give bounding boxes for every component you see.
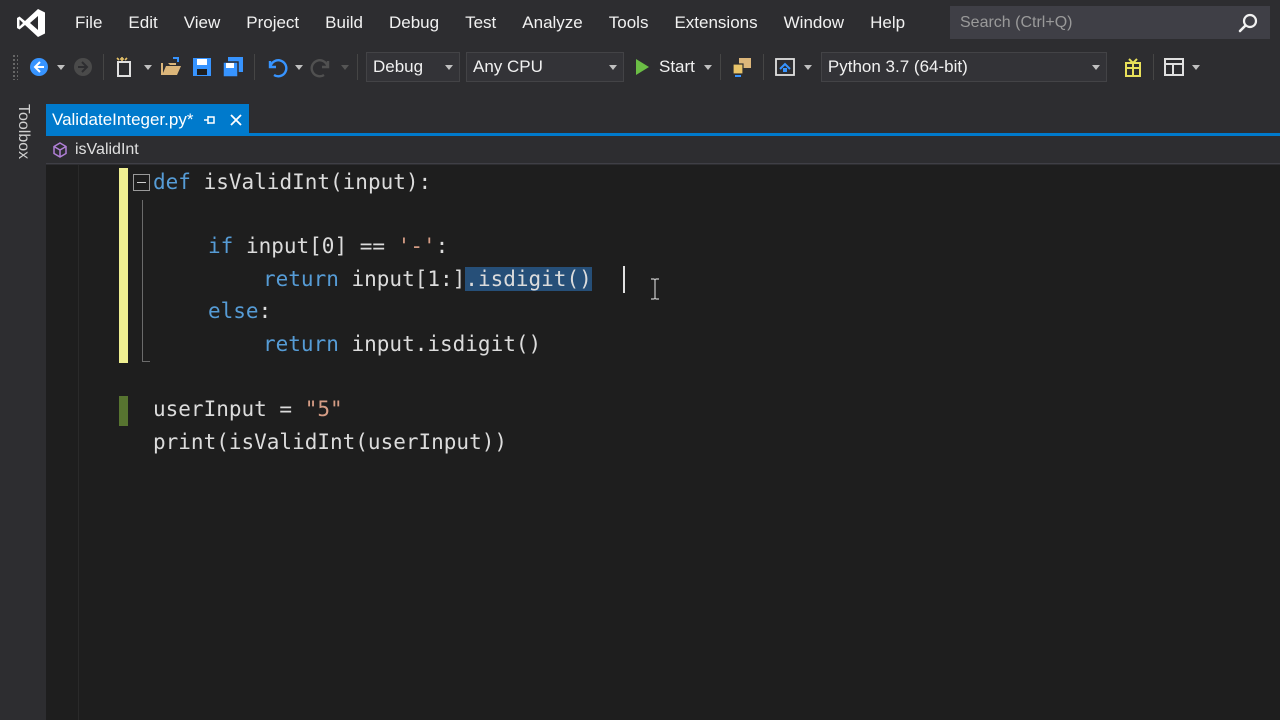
menu-analyze[interactable]: Analyze: [509, 0, 595, 45]
python-environments-button[interactable]: [769, 51, 801, 83]
search-icon[interactable]: [1237, 12, 1259, 39]
selected-text: .isdigit(): [465, 267, 592, 291]
chevron-down-icon: [703, 64, 712, 70]
menu-help[interactable]: Help: [857, 0, 918, 45]
python-package-button[interactable]: [1118, 51, 1148, 83]
toolbox-panel-strip: [0, 89, 46, 720]
save-icon: [193, 58, 211, 76]
toolbar-separator: [719, 54, 721, 80]
play-icon: [636, 59, 649, 75]
standard-toolbar: Debug Any CPU Start Python 3.7 (64-bit): [0, 45, 1280, 89]
navigation-bar[interactable]: isValidInt: [46, 136, 1280, 164]
package-icon: [1124, 58, 1141, 77]
chevron-down-icon: [341, 64, 349, 70]
code-line-6: return input.isdigit(): [263, 332, 542, 356]
back-history-dropdown[interactable]: [54, 51, 68, 83]
pin-tab-icon[interactable]: [203, 113, 217, 127]
close-icon[interactable]: [229, 113, 243, 127]
menu-project[interactable]: Project: [233, 0, 312, 45]
document-tab-strip: ValidateInteger.py*: [46, 104, 1280, 135]
code-editor[interactable]: def isValidInt(input): if input[0] == '-…: [46, 165, 1280, 720]
tab-validateinteger[interactable]: ValidateInteger.py*: [46, 104, 250, 135]
redo-icon: [310, 59, 330, 78]
python-environment-value: Python 3.7 (64-bit): [827, 57, 968, 76]
chevron-down-icon: [803, 64, 812, 70]
toolbar-separator: [357, 54, 358, 80]
undo-button[interactable]: [260, 51, 292, 83]
layout-icon: [1163, 58, 1184, 76]
python-environment-select[interactable]: Python 3.7 (64-bit): [820, 52, 1107, 82]
ibeam-cursor-icon: [650, 278, 660, 305]
chevron-down-icon: [1091, 64, 1100, 70]
solution-configuration-value: Debug: [373, 57, 424, 76]
redo-dropdown[interactable]: [338, 51, 352, 83]
menu-bar: File Edit View Project Build Debug Test …: [0, 0, 1280, 45]
toolbar-separator: [103, 54, 104, 80]
redo-button[interactable]: [306, 51, 338, 83]
menu-file[interactable]: File: [62, 0, 115, 45]
forward-arrow-icon: [74, 58, 92, 76]
chevron-down-icon: [57, 64, 65, 70]
navigate-back-button[interactable]: [24, 51, 54, 83]
back-arrow-icon: [30, 58, 48, 76]
menu-window[interactable]: Window: [771, 0, 857, 45]
undo-icon: [268, 59, 288, 78]
menu-view[interactable]: View: [171, 0, 234, 45]
toolbar-options-dropdown[interactable]: [1189, 51, 1203, 83]
new-project-dropdown[interactable]: [141, 51, 155, 83]
solution-platform-select[interactable]: Any CPU: [466, 52, 624, 82]
save-all-icon: [222, 57, 243, 78]
chevron-down-icon: [144, 64, 152, 70]
navigate-forward-button[interactable]: [68, 51, 98, 83]
menu-extensions[interactable]: Extensions: [661, 0, 770, 45]
toolbar-separator: [1152, 54, 1154, 80]
environment-icon: [775, 58, 795, 76]
code-line-3: if input[0] == '-':: [208, 234, 449, 258]
chevron-down-icon: [1191, 64, 1200, 70]
window-layout-button[interactable]: [1159, 51, 1189, 83]
toolbar-separator: [254, 54, 255, 80]
folder-open-icon: [161, 57, 181, 75]
menu-test[interactable]: Test: [452, 0, 509, 45]
menu-tools[interactable]: Tools: [596, 0, 662, 45]
interactive-window-icon: [732, 58, 751, 77]
menu-edit[interactable]: Edit: [115, 0, 170, 45]
solution-platform-value: Any CPU: [473, 57, 543, 76]
chevron-down-icon: [295, 64, 303, 70]
visual-studio-logo-icon: [0, 0, 62, 45]
start-debugging-button[interactable]: Start: [627, 51, 701, 83]
start-label: Start: [659, 57, 695, 76]
save-button[interactable]: [187, 51, 217, 83]
menu-debug[interactable]: Debug: [376, 0, 452, 45]
environments-dropdown[interactable]: [801, 51, 815, 83]
code-line-8: userInput = "5": [153, 397, 343, 421]
code-line-1: def isValidInt(input):: [153, 170, 432, 194]
interactive-window-button[interactable]: [726, 51, 758, 83]
code-line-5: else:: [208, 299, 272, 323]
code-line-9: print(isValidInt(userInput)): [153, 430, 508, 454]
menu-build[interactable]: Build: [312, 0, 376, 45]
new-project-button[interactable]: [109, 51, 141, 83]
toolbar-separator: [762, 54, 764, 80]
toolbox-tab[interactable]: Toolbox: [14, 104, 32, 159]
toolbar-grip-handle[interactable]: [12, 54, 18, 80]
code-line-4: return input[1:].isdigit(): [263, 267, 592, 291]
code-text: def isValidInt(input): if input[0] == '-…: [46, 165, 1280, 720]
solution-configuration-select[interactable]: Debug: [366, 52, 460, 82]
search-input[interactable]: [960, 13, 1230, 32]
chevron-down-icon: [609, 64, 617, 70]
main-menu: File Edit View Project Build Debug Test …: [62, 0, 918, 45]
undo-dropdown[interactable]: [292, 51, 306, 83]
tab-label: ValidateInteger.py*: [52, 109, 194, 129]
save-all-button[interactable]: [217, 51, 249, 83]
nav-scope-label: isValidInt: [75, 140, 139, 158]
start-dropdown[interactable]: [701, 51, 715, 83]
chevron-down-icon: [445, 64, 453, 70]
search-box: [950, 6, 1270, 39]
new-project-icon: [116, 57, 131, 77]
text-caret: [623, 266, 625, 293]
open-file-button[interactable]: [155, 51, 187, 83]
function-cube-icon: [53, 141, 67, 158]
